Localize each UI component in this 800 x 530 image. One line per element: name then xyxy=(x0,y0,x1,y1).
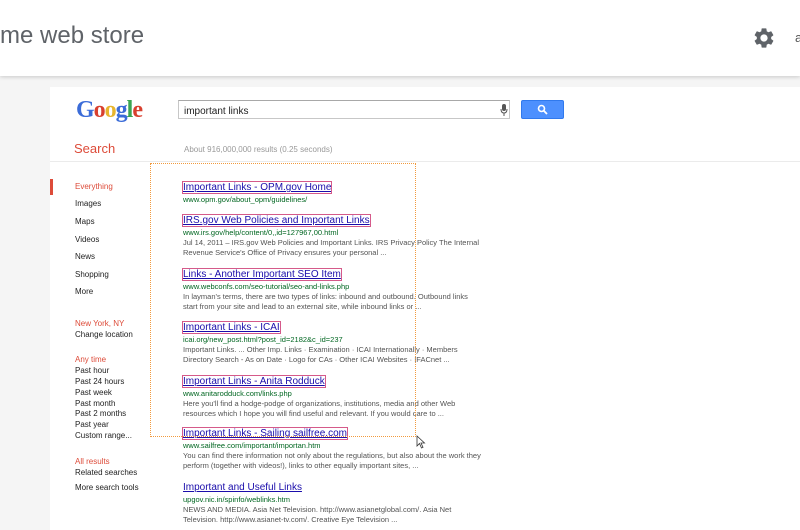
result-title-link[interactable]: Important and Useful Links xyxy=(183,482,302,493)
search-result: Important and Useful Links upgov.nic.in/… xyxy=(183,482,483,525)
search-result: Important Links - Anita Rodduck www.anit… xyxy=(182,375,483,419)
time-past-week[interactable]: Past week xyxy=(75,388,112,397)
results-filter-header[interactable]: All results xyxy=(75,457,110,466)
result-url: upgov.nic.in/spinfo/weblinks.htm xyxy=(183,495,290,504)
gear-icon[interactable] xyxy=(752,26,776,50)
nav-more[interactable]: More xyxy=(75,287,93,296)
result-title-link[interactable]: Important Links - Anita Rodduck xyxy=(182,375,326,388)
time-past-month[interactable]: Past month xyxy=(75,399,115,408)
google-logo[interactable]: Google xyxy=(76,97,143,124)
time-filter-header[interactable]: Any time xyxy=(75,355,106,364)
search-result: IRS.gov Web Policies and Important Links… xyxy=(182,214,483,258)
logo-letter-g2: g xyxy=(115,97,128,123)
location-label: New York, NY xyxy=(75,319,125,328)
result-snippet: Important Links. ... Other Imp. Links · … xyxy=(183,345,458,364)
result-snippet: NEWS AND MEDIA. Asia Net Television. htt… xyxy=(183,505,452,524)
time-past-2-months[interactable]: Past 2 months xyxy=(75,409,126,418)
search-section-label: Search xyxy=(74,141,116,156)
microphone-icon[interactable] xyxy=(500,104,508,116)
mouse-cursor-icon xyxy=(416,435,426,449)
search-button[interactable] xyxy=(521,100,564,119)
search-result: Important Links - OPM.gov Home www.opm.g… xyxy=(181,181,483,204)
nav-everything[interactable]: Everything xyxy=(75,182,113,191)
search-result: Important Links - Sailing sailfree.com w… xyxy=(182,427,483,471)
store-title: me web store xyxy=(0,22,145,49)
search-input[interactable] xyxy=(179,103,484,120)
related-searches-link[interactable]: Related searches xyxy=(75,468,137,477)
logo-letter-g: G xyxy=(76,97,95,123)
result-snippet: Jul 14, 2011 – IRS.gov Web Policies and … xyxy=(183,238,479,257)
account-edge-char[interactable]: a xyxy=(795,30,800,45)
result-snippet: You can find there information not only … xyxy=(183,451,481,470)
nav-images[interactable]: Images xyxy=(75,199,101,208)
search-icon xyxy=(537,104,548,115)
nav-maps[interactable]: Maps xyxy=(75,217,95,226)
result-title-link[interactable]: Important Links - OPM.gov Home xyxy=(181,181,333,194)
result-title-link[interactable]: Important Links - Sailing sailfree.com xyxy=(182,427,348,440)
logo-letter-o2: o xyxy=(104,97,117,123)
result-url: www.anitarodduck.com/links.php xyxy=(183,389,292,398)
more-search-tools-link[interactable]: More search tools xyxy=(75,483,139,492)
divider xyxy=(50,161,800,162)
result-url: www.opm.gov/about_opm/guidelines/ xyxy=(183,195,308,204)
nav-videos[interactable]: Videos xyxy=(75,235,99,244)
search-box[interactable] xyxy=(178,100,510,120)
nav-news[interactable]: News xyxy=(75,252,95,261)
search-result: Links - Another Important SEO Item www.w… xyxy=(182,268,483,312)
time-past-24-hours[interactable]: Past 24 hours xyxy=(75,377,124,386)
top-bar: me web store a xyxy=(0,0,800,76)
time-past-hour[interactable]: Past hour xyxy=(75,366,109,375)
time-past-year[interactable]: Past year xyxy=(75,420,109,429)
result-snippet: Here you'll find a hodge-podge of organi… xyxy=(183,399,456,418)
result-snippet: In layman's terms, there are two types o… xyxy=(183,292,468,311)
time-custom-range[interactable]: Custom range... xyxy=(75,431,132,440)
result-title-link[interactable]: Important Links - ICAI xyxy=(182,321,281,334)
result-url: www.irs.gov/help/content/0,,id=127967,00… xyxy=(183,228,339,237)
result-url: www.webconfs.com/seo-tutorial/seo-and-li… xyxy=(183,282,350,291)
google-results-screenshot: Google Search About 916,000,000 results … xyxy=(50,87,800,530)
result-url: www.sailfree.com/important/importan.htm xyxy=(183,441,321,450)
result-url: icai.org/new_post.html?post_id=2182&c_id… xyxy=(183,335,343,344)
change-location-link[interactable]: Change location xyxy=(75,330,133,339)
logo-letter-o1: o xyxy=(93,97,106,123)
search-result: Important Links - ICAI icai.org/new_post… xyxy=(182,321,483,365)
logo-letter-e: e xyxy=(132,97,143,123)
result-title-link[interactable]: Links - Another Important SEO Item xyxy=(182,268,342,281)
result-stats: About 916,000,000 results (0.25 seconds) xyxy=(184,145,333,154)
nav-shopping[interactable]: Shopping xyxy=(75,270,109,279)
active-nav-marker xyxy=(50,179,53,195)
result-title-link[interactable]: IRS.gov Web Policies and Important Links xyxy=(182,214,371,227)
